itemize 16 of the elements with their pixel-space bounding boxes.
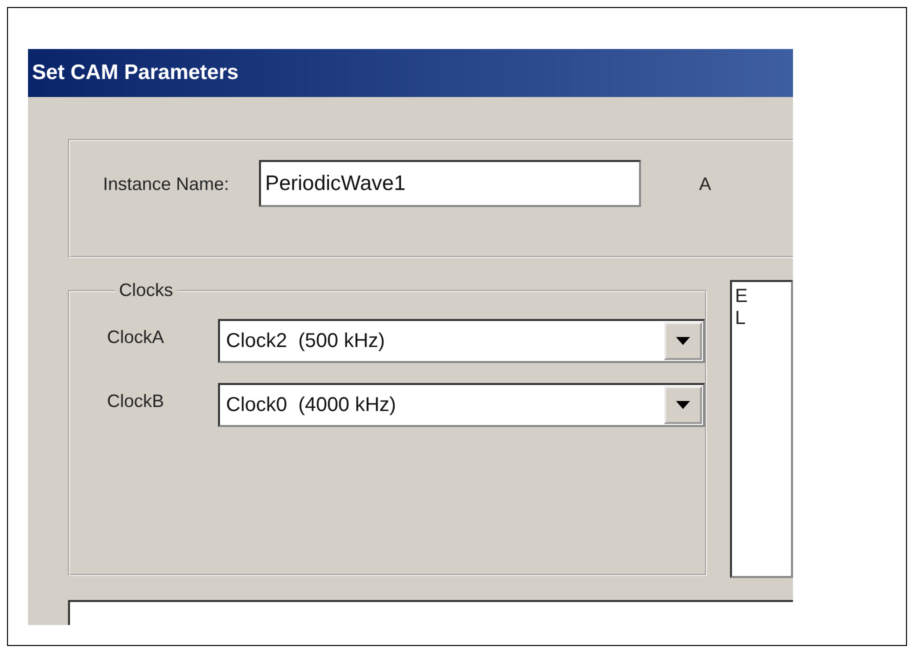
list-item[interactable]: L — [735, 308, 791, 330]
window-title: Set CAM Parameters — [32, 61, 239, 85]
caret-icon — [676, 401, 690, 409]
clock-label: ClockA — [107, 326, 166, 348]
dropdown-button[interactable] — [664, 322, 702, 360]
clock-dropdown[interactable]: Clock2 (500 kHz) — [218, 319, 705, 363]
field-label: Instance Name: — [103, 174, 230, 195]
list-item[interactable]: E — [735, 286, 791, 308]
dropdown-button[interactable] — [664, 386, 702, 424]
clock-dropdown[interactable]: Clock0 (4000 kHz) — [218, 383, 705, 427]
instance-name-field[interactable]: PeriodicWave1 — [259, 160, 642, 207]
group-title: Clocks — [118, 280, 174, 301]
list-box[interactable]: E L — [730, 280, 793, 578]
field-label: A — [699, 174, 712, 195]
caret-icon — [676, 337, 690, 345]
clock-label: ClockB — [107, 390, 166, 412]
